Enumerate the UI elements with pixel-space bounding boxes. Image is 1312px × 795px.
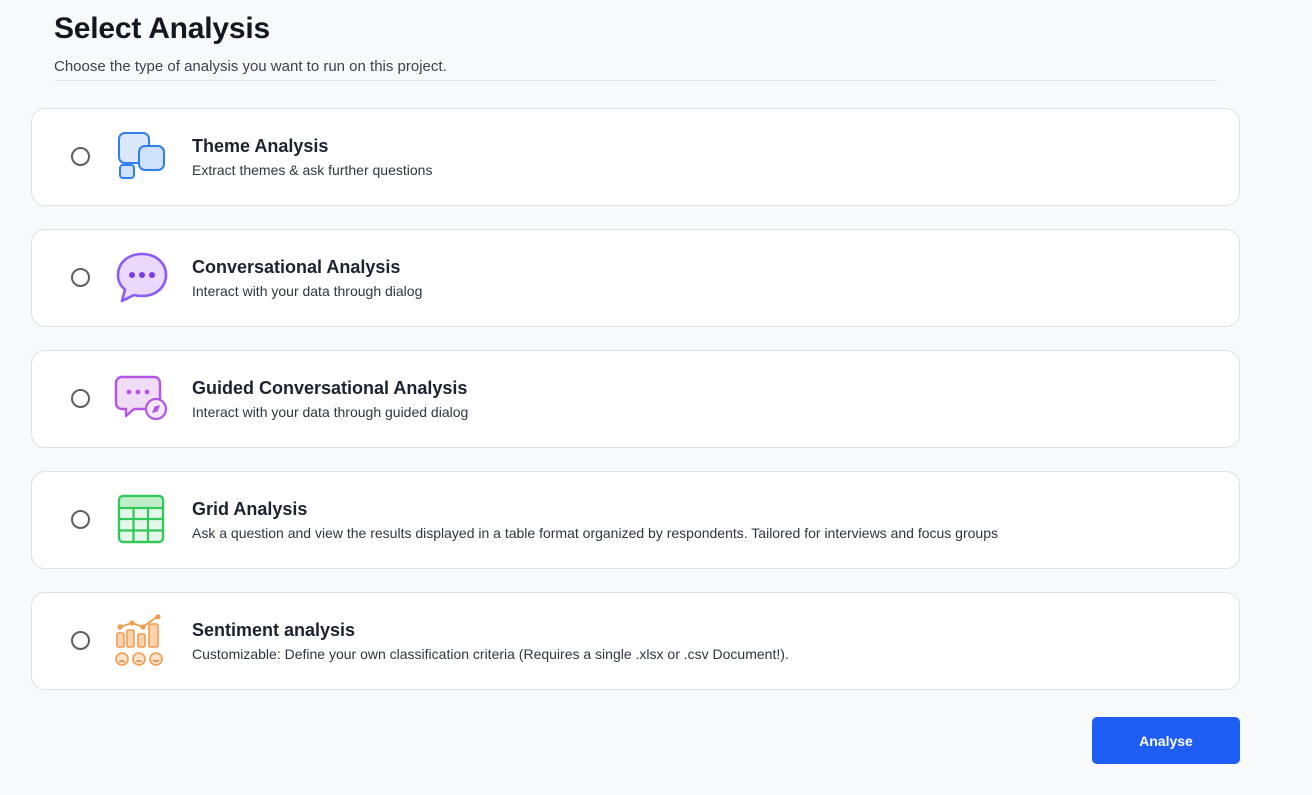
guided-chat-icon <box>114 372 170 428</box>
analyse-button[interactable]: Analyse <box>1092 717 1240 764</box>
option-title: Guided Conversational Analysis <box>192 378 468 398</box>
header-divider <box>54 80 1218 81</box>
radio-conversational-analysis[interactable] <box>71 268 90 287</box>
option-description: Customizable: Define your own classifica… <box>192 646 789 662</box>
option-title: Grid Analysis <box>192 499 308 519</box>
option-card-sentiment-analysis[interactable]: Sentiment analysis Customizable: Define … <box>31 592 1240 690</box>
option-description: Interact with your data through dialog <box>192 283 423 299</box>
page-title: Select Analysis <box>54 12 271 45</box>
chat-bubble-icon <box>114 251 170 307</box>
radio-sentiment-analysis[interactable] <box>71 631 90 650</box>
option-card-theme-analysis[interactable]: Theme Analysis Extract themes & ask furt… <box>31 108 1240 206</box>
option-title: Conversational Analysis <box>192 257 401 277</box>
option-card-grid-analysis[interactable]: Grid Analysis Ask a question and view th… <box>31 471 1240 569</box>
theme-squares-icon <box>114 130 170 186</box>
option-description: Extract themes & ask further questions <box>192 162 433 178</box>
radio-guided-conversational-analysis[interactable] <box>71 389 90 408</box>
select-analysis-page: Select Analysis Choose the type of analy… <box>0 0 1312 795</box>
option-card-guided-conversational-analysis[interactable]: Guided Conversational Analysis Interact … <box>31 350 1240 448</box>
sentiment-chart-icon <box>114 614 170 670</box>
option-card-conversational-analysis[interactable]: Conversational Analysis Interact with yo… <box>31 229 1240 327</box>
page-subtitle: Choose the type of analysis you want to … <box>54 58 447 75</box>
grid-table-icon <box>114 493 170 549</box>
option-description: Interact with your data through guided d… <box>192 404 469 420</box>
radio-theme-analysis[interactable] <box>71 147 90 166</box>
option-title: Theme Analysis <box>192 136 329 156</box>
radio-grid-analysis[interactable] <box>71 510 90 529</box>
option-title: Sentiment analysis <box>192 620 356 640</box>
option-description: Ask a question and view the results disp… <box>192 525 998 541</box>
